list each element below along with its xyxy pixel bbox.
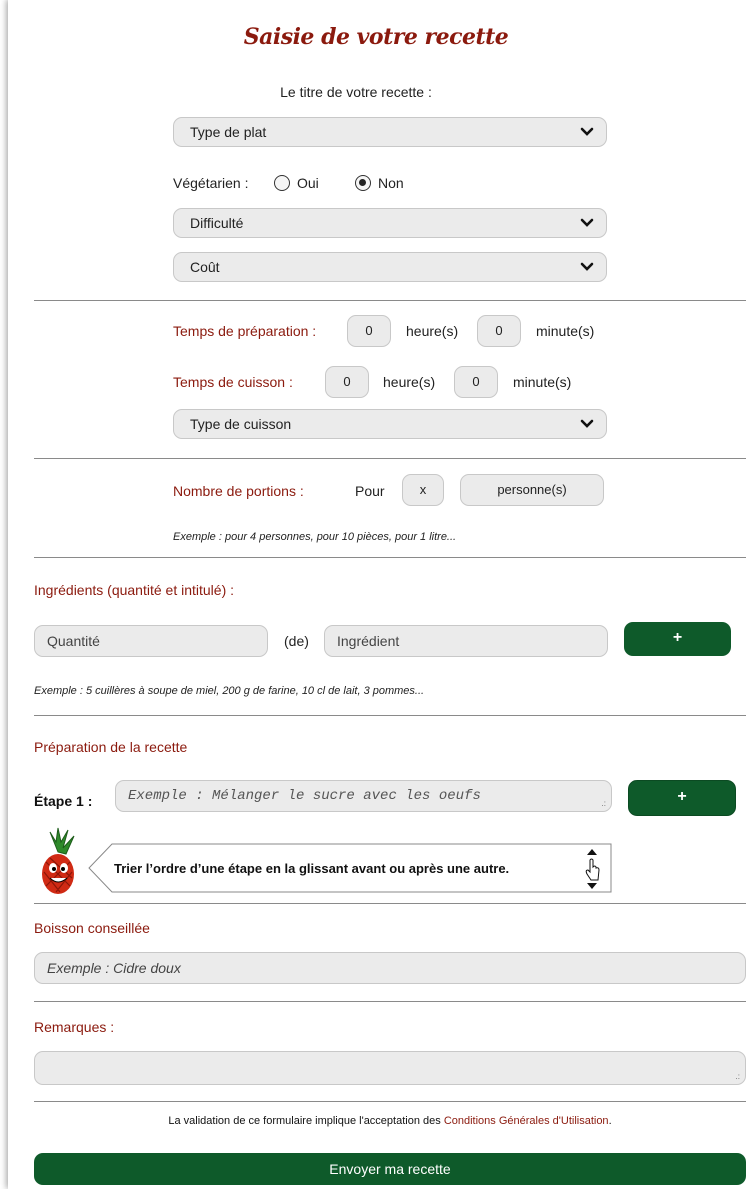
ingredients-example: Exemple : 5 cuillères à soupe de miel, 2… bbox=[34, 685, 425, 697]
chevron-down-icon bbox=[580, 218, 594, 227]
add-ingredient-button[interactable]: + bbox=[624, 622, 731, 656]
terms-link[interactable]: Conditions Générales d'Utilisation bbox=[444, 1115, 609, 1127]
portions-unit-input[interactable]: personne(s) bbox=[460, 474, 604, 506]
prep-hours-input[interactable]: 0 bbox=[347, 315, 391, 347]
terms-text: La validation de ce formulaire implique … bbox=[0, 1115, 752, 1127]
page-title: Saisie de votre recette bbox=[243, 24, 509, 50]
prep-time-label: Temps de préparation : bbox=[173, 323, 317, 339]
chevron-down-icon bbox=[580, 419, 594, 428]
divider bbox=[34, 715, 746, 716]
drag-hand-icon bbox=[585, 849, 600, 889]
cook-hours-unit: heure(s) bbox=[383, 374, 436, 390]
chevron-down-icon bbox=[580, 262, 594, 271]
remarks-textarea[interactable]: .: bbox=[34, 1051, 746, 1085]
drink-input[interactable]: Exemple : Cidre doux bbox=[34, 952, 746, 984]
step-label: Étape 1 : bbox=[34, 793, 93, 809]
ingredient-quantity-input[interactable]: Quantité bbox=[34, 625, 268, 657]
portions-label: Nombre de portions : bbox=[173, 483, 304, 499]
vegetarian-label: Végétarien : bbox=[173, 175, 249, 191]
vegetarian-oui-label[interactable]: Oui bbox=[297, 175, 319, 191]
dish-type-select-value: Type de plat bbox=[190, 124, 267, 140]
terms-suffix: . bbox=[608, 1115, 612, 1127]
difficulty-select[interactable]: Difficulté bbox=[173, 208, 607, 238]
divider bbox=[34, 903, 746, 904]
divider bbox=[34, 1101, 746, 1102]
divider bbox=[34, 1001, 746, 1002]
ingredients-heading: Ingrédients (quantité et intitulé) : bbox=[34, 582, 235, 598]
cooking-type-select[interactable]: Type de cuisson bbox=[173, 409, 607, 439]
prep-hours-unit: heure(s) bbox=[406, 323, 459, 339]
add-step-button[interactable]: + bbox=[628, 780, 736, 816]
step-1-textarea[interactable]: Exemple : Mélanger le sucre avec les oeu… bbox=[115, 780, 612, 812]
drink-heading: Boisson conseillée bbox=[34, 920, 150, 936]
divider bbox=[34, 300, 746, 301]
remarks-heading: Remarques : bbox=[34, 1019, 115, 1035]
vegetarian-oui-radio[interactable] bbox=[274, 175, 290, 191]
pineapple-mascot-icon bbox=[42, 827, 75, 894]
portions-count-input[interactable]: x bbox=[402, 474, 444, 506]
ingredient-name-input[interactable]: Ingrédient bbox=[324, 625, 608, 657]
difficulty-select-value: Difficulté bbox=[190, 215, 244, 231]
cost-select[interactable]: Coût bbox=[173, 252, 607, 282]
cook-minutes-input[interactable]: 0 bbox=[454, 366, 498, 398]
recipe-title-label: Le titre de votre recette : bbox=[280, 84, 432, 100]
ingredient-de-label: (de) bbox=[284, 633, 309, 649]
divider bbox=[34, 458, 746, 459]
vegetarian-non-label[interactable]: Non bbox=[378, 175, 404, 191]
dish-type-select[interactable]: Type de plat bbox=[173, 117, 607, 147]
step-1-placeholder: Exemple : Mélanger le sucre avec les oeu… bbox=[128, 788, 481, 804]
cook-hours-input[interactable]: 0 bbox=[325, 366, 369, 398]
portions-pour: Pour bbox=[355, 483, 385, 499]
submit-recipe-button[interactable]: Envoyer ma recette bbox=[34, 1153, 746, 1185]
terms-prefix: La validation de ce formulaire implique … bbox=[168, 1115, 444, 1127]
preparation-heading: Préparation de la recette bbox=[34, 739, 188, 755]
cook-minutes-unit: minute(s) bbox=[513, 374, 572, 390]
cook-time-label: Temps de cuisson : bbox=[173, 374, 293, 390]
resize-handle-icon[interactable]: .: bbox=[736, 1073, 740, 1081]
cooking-type-select-value: Type de cuisson bbox=[190, 416, 292, 432]
prep-minutes-input[interactable]: 0 bbox=[477, 315, 521, 347]
tip-text: Trier l’ordre d’une étape en la glissant… bbox=[114, 861, 510, 876]
prep-minutes-unit: minute(s) bbox=[536, 323, 595, 339]
chevron-down-icon bbox=[580, 127, 594, 136]
portions-example: Exemple : pour 4 personnes, pour 10 pièc… bbox=[173, 531, 457, 543]
resize-handle-icon[interactable]: .: bbox=[602, 800, 606, 808]
vegetarian-non-radio[interactable] bbox=[355, 175, 371, 191]
divider bbox=[34, 557, 746, 558]
cost-select-value: Coût bbox=[190, 259, 220, 275]
